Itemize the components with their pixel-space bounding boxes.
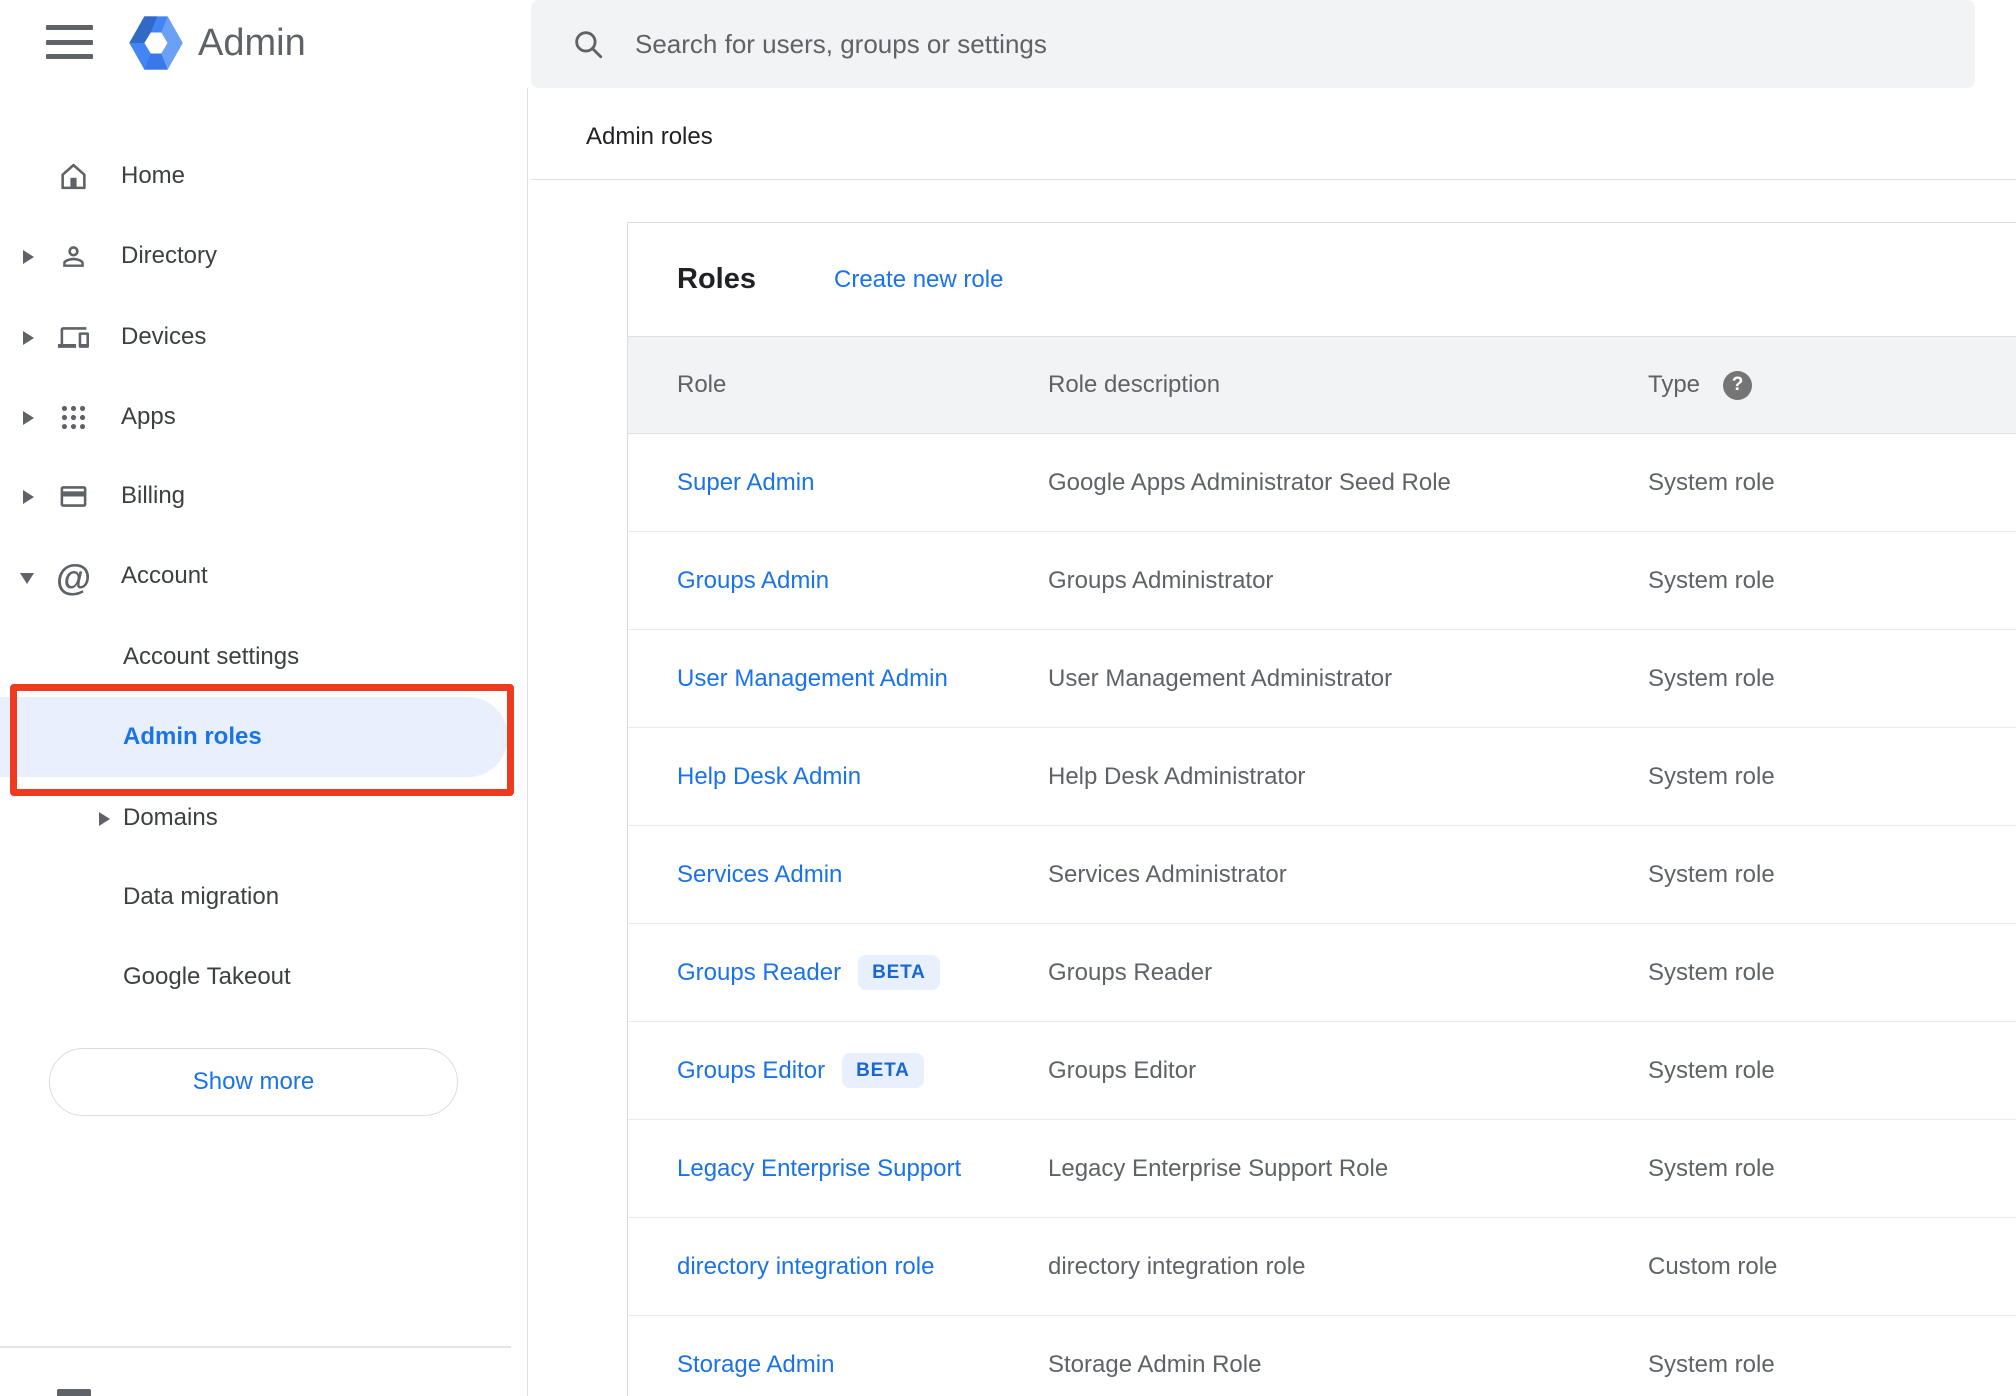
role-link[interactable]: directory integration role [677,1253,934,1281]
expand-arrow-icon[interactable] [23,411,34,425]
role-description: Google Apps Administrator Seed Role [1048,468,1451,496]
sidebar-item-devices[interactable]: Devices [0,297,527,377]
beta-badge: BETA [858,955,940,990]
table-row: Groups Admin Groups Administrator System… [628,532,2016,630]
sidebar-divider [527,88,528,1396]
role-description: Groups Editor [1048,1056,1197,1084]
sidebar-item-data-migration[interactable]: Data migration [0,857,527,937]
sidebar-item-domains[interactable]: Domains [0,778,527,858]
role-description: Storage Admin Role [1048,1350,1262,1378]
role-type: System role [1648,1154,1775,1182]
role-cell: directory integration role [677,1218,934,1315]
role-type: System role [1648,1056,1775,1084]
role-cell: Services Admin [677,826,842,923]
expand-arrow-icon[interactable] [23,331,34,345]
role-cell: Super Admin [677,434,814,531]
role-description: Groups Administrator [1048,566,1274,594]
table-row: Groups Reader BETA Groups Reader System … [628,924,2016,1022]
table-row: Legacy Enterprise Support Legacy Enterpr… [628,1120,2016,1218]
role-cell: Groups Editor BETA [677,1022,924,1119]
role-type: System role [1648,664,1775,692]
role-type: Custom role [1648,1252,1778,1280]
role-link[interactable]: Groups Reader [677,959,841,987]
role-link[interactable]: Legacy Enterprise Support [677,1155,961,1183]
column-header-type: Type ? [1648,337,1753,433]
sidebar-item-directory[interactable]: Directory [0,216,527,296]
role-cell: Groups Admin [677,532,829,629]
role-link[interactable]: Groups Admin [677,567,829,595]
collapse-arrow-icon[interactable] [20,573,34,584]
show-more-button[interactable]: Show more [49,1048,458,1116]
role-type: System role [1648,468,1775,496]
admin-logo-icon [129,16,183,70]
role-link[interactable]: Services Admin [677,861,842,889]
search-input[interactable] [633,27,1837,61]
role-description: User Management Administrator [1048,664,1393,692]
role-link[interactable]: Groups Editor [677,1057,825,1085]
table-row: Storage Admin Storage Admin Role System … [628,1316,2016,1396]
table-row: User Management Admin User Management Ad… [628,630,2016,728]
role-type: System role [1648,958,1775,986]
role-description: Services Administrator [1048,860,1287,888]
role-description: Help Desk Administrator [1048,762,1306,790]
partial-sidebar-icon [57,1389,91,1396]
home-icon [61,163,86,190]
role-description: Groups Reader [1048,958,1213,986]
at-sign-icon: @ [56,557,92,598]
role-link[interactable]: Storage Admin [677,1351,834,1379]
sidebar-bottom-divider [0,1346,511,1348]
table-header-row: Role Role description Type ? [628,336,2016,434]
role-type: System role [1648,1350,1775,1378]
table-row: directory integration role directory int… [628,1218,2016,1316]
expand-arrow-icon[interactable] [99,812,110,826]
roles-card: Roles Create new role Role Role descript… [627,222,2016,1396]
hamburger-menu-icon[interactable] [46,25,93,59]
content-divider [531,179,2016,180]
sidebar-item-apps[interactable]: Apps [0,377,527,457]
role-cell: Legacy Enterprise Support [677,1120,961,1217]
search-bar[interactable] [531,0,1975,88]
create-new-role-link[interactable]: Create new role [834,223,1003,336]
role-description: Legacy Enterprise Support Role [1048,1154,1389,1182]
role-description: directory integration role [1048,1252,1306,1280]
column-header-role: Role [677,371,727,398]
expand-arrow-icon[interactable] [23,490,34,504]
sidebar-item-google-takeout[interactable]: Google Takeout [0,937,527,1017]
table-row: Groups Editor BETA Groups Editor System … [628,1022,2016,1120]
role-cell: Groups Reader BETA [677,924,940,1021]
breadcrumb: Admin roles [586,123,713,150]
role-type: System role [1648,762,1775,790]
table-row: Services Admin Services Administrator Sy… [628,826,2016,924]
sidebar-item-billing[interactable]: Billing [0,456,527,536]
roles-card-header: Roles Create new role [628,223,2016,336]
role-type: System role [1648,860,1775,888]
credit-card-icon [60,486,87,507]
expand-arrow-icon[interactable] [23,250,34,264]
card-title: Roles [677,263,756,295]
role-cell: Storage Admin [677,1316,834,1396]
person-icon [63,246,84,267]
google-admin-console: Admin Admin roles Home Directory Devices [0,0,2016,1396]
app-title: Admin [198,22,306,64]
roles-table-body: Super Admin Google Apps Administrator Se… [628,434,2016,1396]
sidebar-item-admin-roles[interactable]: Admin roles [0,697,508,777]
role-cell: User Management Admin [677,630,948,727]
search-icon [575,31,603,59]
sidebar-item-home[interactable]: Home [0,136,527,216]
sidebar-item-account[interactable]: @ Account [0,536,527,616]
devices-icon [58,327,89,348]
role-cell: Help Desk Admin [677,728,861,825]
table-row: Super Admin Google Apps Administrator Se… [628,434,2016,532]
sidebar-item-account-settings[interactable]: Account settings [0,617,527,697]
column-header-role-description: Role description [1048,371,1221,398]
role-link[interactable]: Help Desk Admin [677,763,861,791]
beta-badge: BETA [842,1053,924,1088]
role-link[interactable]: Super Admin [677,469,814,497]
role-link[interactable]: User Management Admin [677,665,948,693]
table-row: Help Desk Admin Help Desk Administrator … [628,728,2016,826]
help-icon[interactable]: ? [1723,370,1753,400]
role-type: System role [1648,566,1775,594]
apps-grid-icon [61,405,86,430]
